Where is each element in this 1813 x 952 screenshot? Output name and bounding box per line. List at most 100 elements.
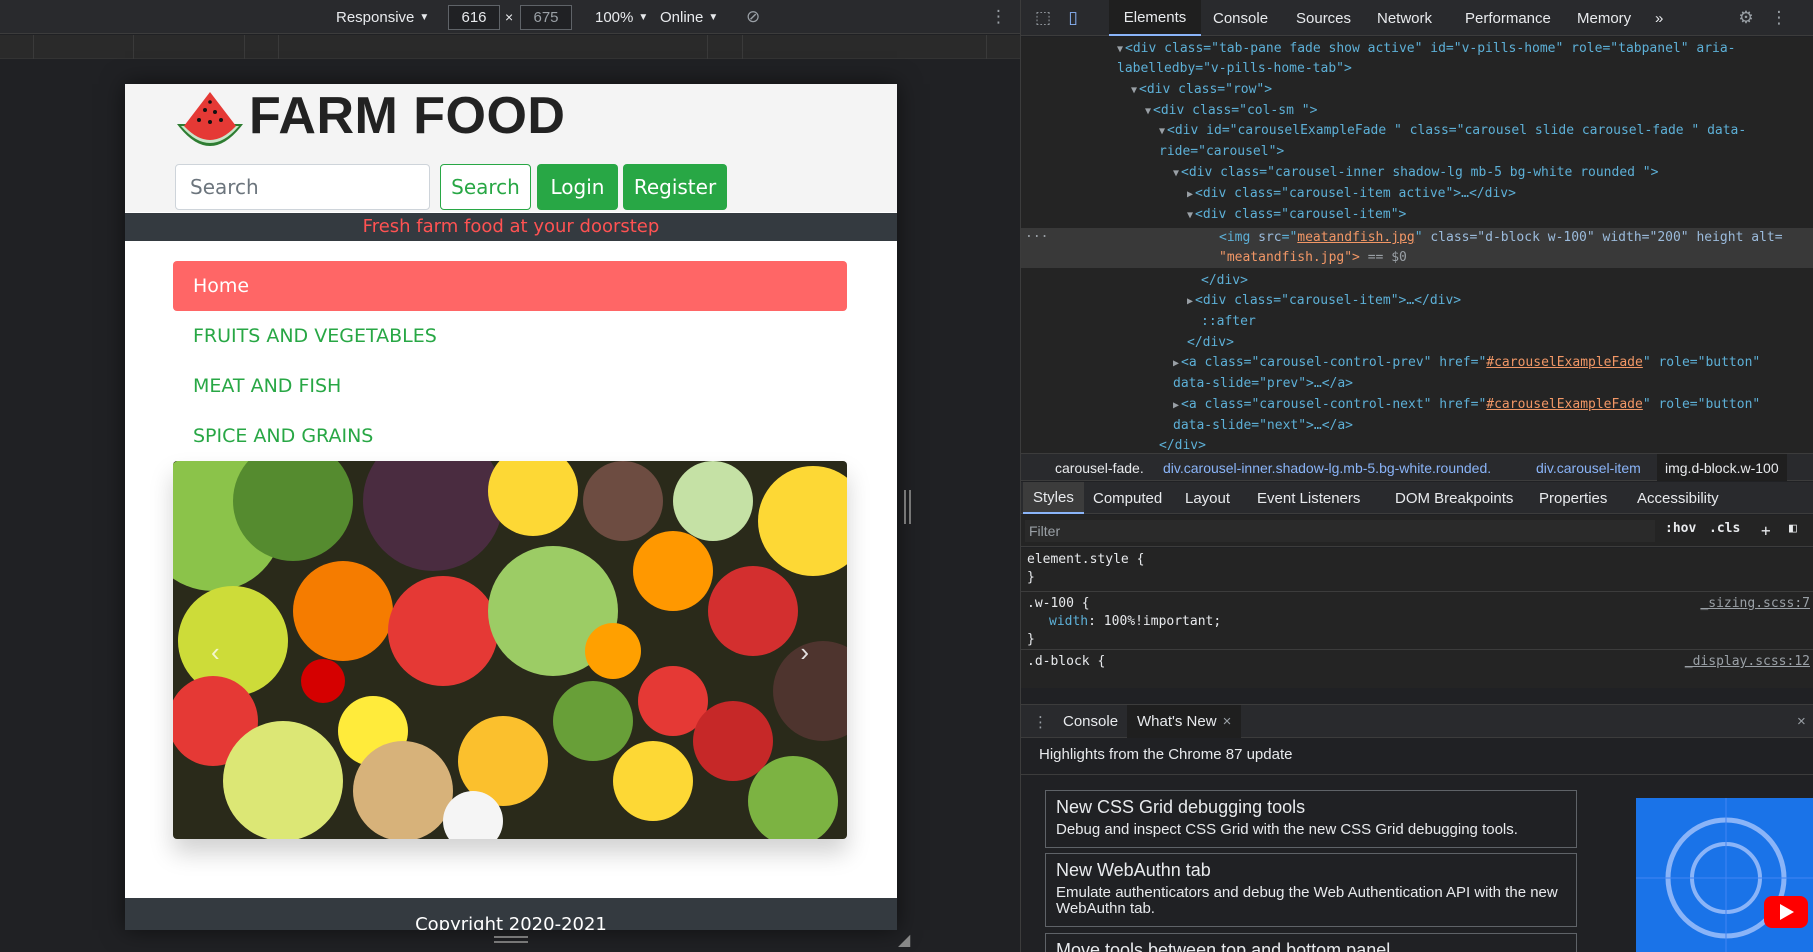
rule-selector[interactable]: element.style {	[1027, 552, 1144, 567]
whats-new-card[interactable]: New CSS Grid debugging tools Debug and i…	[1045, 790, 1577, 848]
carousel-prev-icon[interactable]: ‹	[211, 637, 220, 668]
class-toggle[interactable]: .cls	[1709, 521, 1740, 536]
nav-item-fruits-vegetables[interactable]: FRUITS AND VEGETABLES	[173, 311, 847, 361]
tab-performance[interactable]: Performance	[1465, 0, 1551, 36]
whats-new-card[interactable]: Move tools between top and bottom panel	[1045, 933, 1577, 952]
width-input[interactable]: 616	[448, 5, 500, 30]
whats-new-card[interactable]: New WebAuthn tab Emulate authenticators …	[1045, 853, 1577, 927]
whats-new-heading: Highlights from the Chrome 87 update	[1039, 746, 1293, 763]
resize-corner-icon[interactable]: ◢	[898, 930, 910, 950]
rule-declaration[interactable]: width: 100%!important;	[1049, 614, 1221, 629]
dom-node-text: <div class="row">	[1139, 82, 1273, 97]
href-link[interactable]: #carouselExampleFade	[1486, 355, 1643, 370]
tab-styles[interactable]: Styles	[1023, 482, 1084, 514]
rule-selector[interactable]: .w-100 {	[1027, 596, 1090, 611]
device-frame: FARM FOOD Search Search Login Register F…	[125, 84, 897, 930]
chrome-update-artwork	[1636, 798, 1813, 952]
rule-source-link[interactable]: _display.scss:12	[1685, 654, 1810, 669]
tab-console[interactable]: Console	[1213, 0, 1268, 36]
ruler-segment	[986, 35, 987, 59]
rule-selector[interactable]: .d-block {	[1027, 654, 1105, 669]
media-query-ruler[interactable]	[0, 35, 1020, 59]
ruler-segment	[133, 35, 134, 59]
dom-node[interactable]: ▶ <a class="carousel-control-next" href="…	[1173, 397, 1760, 412]
tab-properties[interactable]: Properties	[1539, 482, 1607, 514]
nav-item-meat-fish[interactable]: MEAT AND FISH	[173, 361, 847, 411]
dom-node[interactable]: ▶ <a class="carousel-control-prev" href="…	[1173, 355, 1760, 370]
more-options-icon[interactable]: ⋮	[1769, 8, 1789, 28]
hover-state-toggle[interactable]: :hov	[1665, 521, 1696, 536]
styles-filter-input[interactable]: Filter	[1025, 520, 1655, 542]
toggle-sidebar-icon[interactable]: ◧	[1789, 521, 1797, 536]
search-button[interactable]: Search	[440, 164, 531, 210]
rotate-icon[interactable]: ⊘	[746, 0, 760, 34]
selected-dom-node[interactable]: ... <img src="meatandfish.jpg" class="d-…	[1021, 226, 1813, 268]
carousel-next-icon[interactable]: ›	[800, 637, 809, 668]
produce-image	[173, 461, 847, 839]
dom-node[interactable]: ▼ <div class="col-sm ">	[1145, 103, 1317, 118]
zoom-select[interactable]: 100% ▼	[595, 0, 648, 34]
href-link[interactable]: #carouselExampleFade	[1486, 397, 1643, 412]
dom-node[interactable]: ▼ <div class="tab-pane fade show active" …	[1117, 41, 1736, 56]
tab-layout[interactable]: Layout	[1185, 482, 1230, 514]
dom-node-text: <a class="carousel-control-next" href=	[1181, 397, 1479, 412]
nav-item-spice-grains[interactable]: SPICE AND GRAINS	[173, 411, 847, 461]
resize-handle-bottom[interactable]	[494, 936, 528, 943]
tab-sources[interactable]: Sources	[1296, 0, 1351, 36]
site-title: FARM FOOD	[249, 87, 566, 145]
resize-handle-right[interactable]	[904, 490, 911, 524]
dom-node-text: data-slide="next">…</a>	[1173, 418, 1354, 433]
img-src-link[interactable]: meatandfish.jpg	[1297, 230, 1414, 245]
breadcrumb-item-selected[interactable]: img.d-block.w-100	[1657, 454, 1787, 481]
drawer-tab-console[interactable]: Console	[1063, 705, 1118, 738]
add-rule-icon[interactable]: +	[1761, 521, 1771, 540]
dom-node-text: </div>	[1159, 438, 1206, 453]
dom-node[interactable]: </div>	[1201, 273, 1248, 288]
tab-elements[interactable]: Elements	[1109, 0, 1201, 36]
card-description: Debug and inspect CSS Grid with the new …	[1056, 821, 1518, 838]
ruler-segment	[33, 35, 34, 59]
rule-close: }	[1027, 632, 1035, 647]
breadcrumb-item[interactable]: carousel-fade.	[1055, 454, 1144, 481]
height-input[interactable]: 675	[520, 5, 572, 30]
drawer-tab-whats-new[interactable]: What's New ×	[1127, 705, 1242, 738]
dimension-separator: ×	[505, 9, 514, 25]
inspect-element-icon[interactable]: ⬚	[1033, 8, 1053, 28]
throttle-select[interactable]: Online ▼	[660, 0, 718, 34]
login-button[interactable]: Login	[537, 164, 618, 210]
tab-dom-breakpoints[interactable]: DOM Breakpoints	[1395, 482, 1513, 514]
breadcrumb-item[interactable]: div.carousel-item	[1536, 454, 1641, 481]
dom-node[interactable]: ▼ <div class="carousel-inner shadow-lg mb…	[1173, 165, 1658, 180]
dom-node[interactable]: </div>	[1159, 438, 1206, 453]
tab-network[interactable]: Network	[1377, 0, 1432, 36]
nav-item-home[interactable]: Home	[173, 261, 847, 311]
pseudo-element[interactable]: ::after	[1201, 314, 1256, 329]
tab-computed[interactable]: Computed	[1093, 482, 1162, 514]
settings-gear-icon[interactable]: ⚙	[1736, 8, 1756, 28]
tab-memory[interactable]: Memory	[1577, 0, 1631, 36]
close-drawer-icon[interactable]: ×	[1797, 705, 1806, 738]
styles-filter-bar: Filter :hov .cls + ◧	[1021, 515, 1813, 547]
style-rule: .d-block { _display.scss:12	[1021, 650, 1813, 688]
dom-node[interactable]: ▶ <div class="carousel-item active">…</di…	[1187, 186, 1516, 201]
more-tabs-icon[interactable]: »	[1655, 0, 1663, 36]
breadcrumb-item[interactable]: div.carousel-inner.shadow-lg.mb-5.bg-whi…	[1163, 454, 1491, 481]
dom-node[interactable]: ▶ <div class="carousel-item">…</div>	[1187, 293, 1461, 308]
styles-subtabs: Styles Computed Layout Event Listeners D…	[1021, 482, 1813, 514]
device-select[interactable]: Responsive ▼	[336, 0, 429, 34]
close-tab-icon[interactable]: ×	[1223, 713, 1232, 730]
dom-node[interactable]: ▼ <div id="carouselExampleFade " class="c…	[1159, 123, 1746, 138]
dom-node-continued: data-slide="next">…</a>	[1173, 418, 1353, 433]
whats-new-video-thumbnail[interactable]	[1636, 798, 1813, 952]
dom-node[interactable]: </div>	[1187, 335, 1234, 350]
dom-node[interactable]: ▼ <div class="carousel-item">	[1187, 207, 1406, 222]
search-input[interactable]: Search	[175, 164, 430, 210]
device-toolbar-icon[interactable]: ▯	[1063, 8, 1083, 28]
register-button[interactable]: Register	[623, 164, 727, 210]
rule-source-link[interactable]: _sizing.scss:7	[1700, 596, 1810, 611]
dom-node[interactable]: ▼ <div class="row">	[1131, 82, 1272, 97]
more-options-icon[interactable]: ⋮	[990, 0, 1007, 34]
drawer-menu-icon[interactable]: ⋮	[1033, 705, 1048, 738]
tab-event-listeners[interactable]: Event Listeners	[1257, 482, 1360, 514]
tab-accessibility[interactable]: Accessibility	[1637, 482, 1719, 514]
